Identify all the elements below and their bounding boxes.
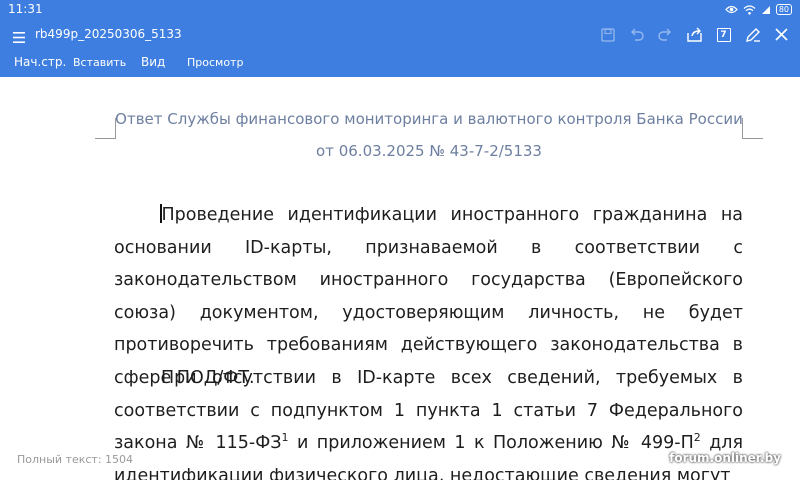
word-count-label: Полный текст: 1504 [17, 453, 134, 466]
signal-icon [761, 5, 771, 14]
share-icon[interactable] [685, 25, 704, 44]
top-toolbar: rb499p_20250306_5133 7 [0, 19, 800, 50]
document-page[interactable]: Ответ Службы финансового мониторинга и в… [0, 77, 800, 480]
tab-home[interactable]: Нач.стр. [14, 55, 66, 69]
page-count-icon[interactable]: 7 [714, 25, 733, 44]
menu-icon[interactable] [13, 28, 25, 47]
footnote-1-ref[interactable]: 1 [282, 431, 289, 444]
redo-icon[interactable] [656, 25, 675, 44]
paragraph-1-text: Проведение идентификации иностранного гр… [114, 205, 743, 388]
paragraph-2-text-part2: и приложением 1 к Положению № 499-П [288, 433, 694, 453]
toolbar-actions: 7 [598, 25, 791, 44]
status-time: 11:31 [8, 2, 43, 16]
tab-insert[interactable]: Вставить [73, 56, 126, 69]
document-title: rb499p_20250306_5133 [35, 27, 182, 41]
close-icon[interactable] [772, 25, 791, 44]
battery-icon: 80 [775, 4, 792, 15]
eye-icon [724, 5, 738, 14]
watermark: forum.onliner.by [669, 451, 781, 465]
edit-icon[interactable] [743, 25, 762, 44]
status-bar: 11:31 80 [0, 0, 800, 19]
page-count-badge: 7 [716, 27, 731, 42]
undo-icon[interactable] [627, 25, 646, 44]
save-icon[interactable] [598, 25, 617, 44]
tab-view[interactable]: Вид [141, 55, 165, 69]
tab-review[interactable]: Просмотр [187, 56, 243, 69]
wifi-icon [743, 4, 756, 15]
status-icons: 80 [724, 2, 792, 17]
paragraph-2: При отсутствии в ID-карте всех сведений,… [114, 362, 743, 480]
footnote-2-ref[interactable]: 2 [694, 431, 701, 444]
document-header-line2: от 06.03.2025 № 43-7-2/5133 [316, 142, 542, 160]
document-header-line1: Ответ Службы финансового мониторинга и в… [115, 110, 743, 128]
tab-bar: Нач.стр. Вставить Вид Просмотр [0, 50, 800, 77]
